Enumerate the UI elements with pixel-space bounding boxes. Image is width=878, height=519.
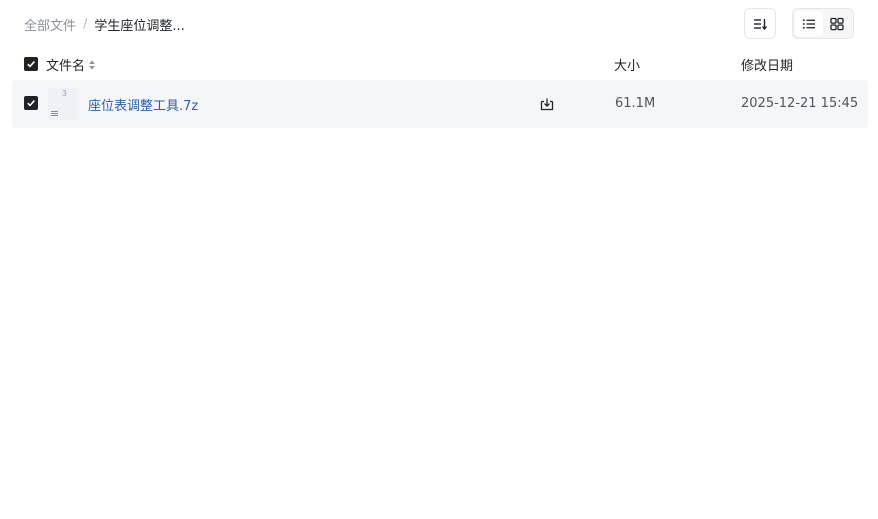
breadcrumb-current-folder: 学生座位调整... (94, 18, 185, 34)
sort-caret-icon (89, 60, 95, 70)
column-header-modified: 修改日期 (741, 59, 794, 74)
sort-button[interactable] (744, 8, 776, 39)
column-name-label: 文件名 (46, 59, 86, 74)
breadcrumb: 全部文件 / 学生座位调整... (24, 14, 185, 34)
file-name-link[interactable]: 座位表调整工具.7z (88, 95, 198, 114)
grid-view-icon (830, 17, 844, 30)
check-icon (27, 100, 35, 107)
select-all-checkbox[interactable] (24, 57, 38, 71)
table-row[interactable]: 3 座位表调整工具.7z 61.1M 2025-12-21 15:45 (12, 80, 868, 128)
file-size: 61.1M (615, 96, 656, 111)
check-icon (27, 61, 35, 68)
7z-archive-file-icon: 3 (48, 88, 78, 120)
download-icon[interactable] (539, 96, 555, 112)
breadcrumb-root-link[interactable]: 全部文件 (24, 15, 76, 34)
file-modified-date: 2025-12-21 15:45 (741, 96, 859, 111)
sort-list-icon (754, 18, 768, 30)
file-browser-page: 全部文件 / 学生座位调整... 文件名 大小 修改日期 3 座位表调整工具.7… (0, 0, 878, 519)
breadcrumb-separator: / (83, 16, 88, 32)
list-view-button[interactable] (795, 11, 823, 36)
view-mode-toggle (792, 8, 854, 39)
column-header-size: 大小 (614, 59, 641, 74)
grid-view-button[interactable] (823, 11, 851, 36)
row-checkbox[interactable] (24, 96, 38, 110)
column-header-name[interactable]: 文件名 (46, 55, 95, 74)
table-header: 文件名 大小 修改日期 (12, 48, 868, 80)
list-view-icon (803, 19, 815, 28)
